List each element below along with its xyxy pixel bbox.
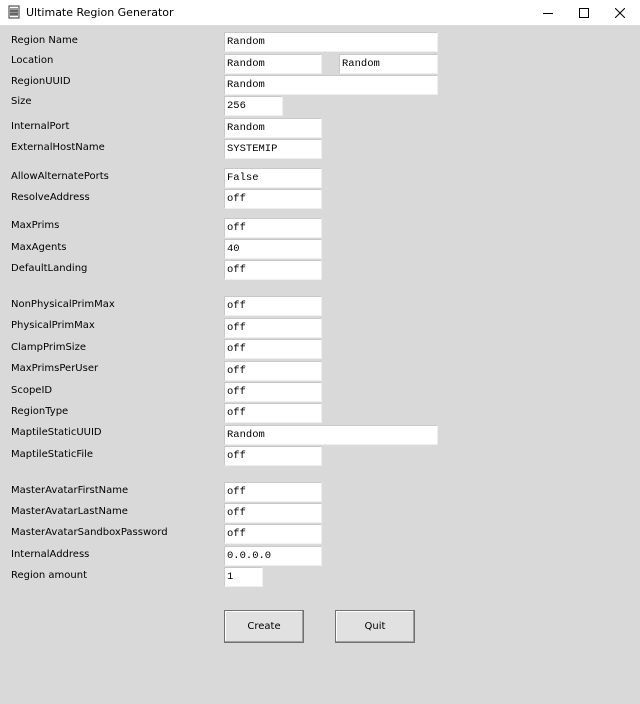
title-bar: Ultimate Region Generator <box>0 0 640 25</box>
label-max-prims-per-user: MaxPrimsPerUser <box>11 363 99 374</box>
internal-port-input[interactable] <box>224 118 322 138</box>
allow-alternate-ports-input[interactable] <box>224 168 322 188</box>
label-physical-prim-max: PhysicalPrimMax <box>11 320 95 331</box>
label-region-uuid: RegionUUID <box>11 76 71 87</box>
maximize-icon <box>579 7 589 18</box>
location-x-input[interactable] <box>224 54 322 74</box>
master-avatar-sandbox-password-input[interactable] <box>224 524 322 544</box>
maptile-static-file-input[interactable] <box>224 446 322 466</box>
region-type-input[interactable] <box>224 403 322 423</box>
label-internal-port: InternalPort <box>11 121 70 132</box>
region-uuid-input[interactable] <box>224 75 438 95</box>
max-agents-input[interactable] <box>224 239 322 259</box>
label-master-avatar-sandbox-password: MasterAvatarSandboxPassword <box>11 527 168 538</box>
physical-prim-max-input[interactable] <box>224 318 322 338</box>
region-name-input[interactable] <box>224 32 438 52</box>
label-clamp-prim-size: ClampPrimSize <box>11 342 86 353</box>
label-maptile-static-file: MaptileStaticFile <box>11 449 94 460</box>
clamp-prim-size-input[interactable] <box>224 339 322 359</box>
master-avatar-first-name-input[interactable] <box>224 482 322 502</box>
resolve-address-input[interactable] <box>224 189 322 209</box>
label-max-prims: MaxPrims <box>11 220 60 231</box>
app-icon <box>8 5 20 19</box>
label-location: Location <box>11 55 54 66</box>
minimize-icon <box>543 12 553 14</box>
size-input[interactable] <box>224 96 283 116</box>
minimize-button[interactable] <box>530 0 566 25</box>
label-internal-address: InternalAddress <box>11 549 90 560</box>
maptile-static-uuid-input[interactable] <box>224 425 438 445</box>
label-region-amount: Region amount <box>11 570 87 581</box>
label-maptile-static-uuid: MaptileStaticUUID <box>11 427 102 438</box>
label-max-agents: MaxAgents <box>11 242 67 253</box>
label-external-host-name: ExternalHostName <box>11 142 105 153</box>
max-prims-per-user-input[interactable] <box>224 361 322 381</box>
label-default-landing: DefaultLanding <box>11 263 88 274</box>
label-master-avatar-first-name: MasterAvatarFirstName <box>11 485 129 496</box>
close-button[interactable] <box>602 0 638 25</box>
quit-button[interactable]: Quit <box>335 610 415 643</box>
label-region-type: RegionType <box>11 406 69 417</box>
location-y-input[interactable] <box>339 54 438 74</box>
non-physical-prim-max-input[interactable] <box>224 296 322 316</box>
label-region-name: Region Name <box>11 35 78 46</box>
master-avatar-last-name-input[interactable] <box>224 503 322 523</box>
max-prims-input[interactable] <box>224 218 322 238</box>
default-landing-input[interactable] <box>224 260 322 280</box>
label-allow-alternate-ports: AllowAlternatePorts <box>11 171 109 182</box>
external-host-name-input[interactable] <box>224 139 322 159</box>
label-scope-id: ScopeID <box>11 385 53 396</box>
label-non-physical-prim-max: NonPhysicalPrimMax <box>11 299 115 310</box>
window-title: Ultimate Region Generator <box>26 6 174 19</box>
close-icon <box>615 7 625 18</box>
label-size: Size <box>11 96 32 107</box>
maximize-button[interactable] <box>566 0 602 25</box>
create-button[interactable]: Create <box>224 610 304 643</box>
label-resolve-address: ResolveAddress <box>11 192 90 203</box>
region-amount-input[interactable] <box>224 567 263 587</box>
internal-address-input[interactable] <box>224 546 322 566</box>
label-master-avatar-last-name: MasterAvatarLastName <box>11 506 128 517</box>
scope-id-input[interactable] <box>224 382 322 402</box>
